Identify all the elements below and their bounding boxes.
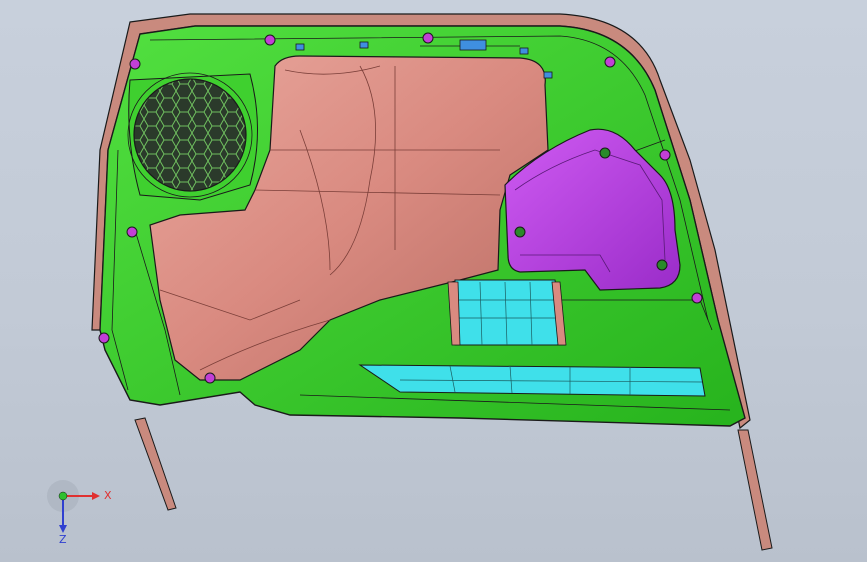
speaker-grille[interactable] [127,72,258,201]
x-axis-label: X [104,489,112,502]
cad-viewport[interactable]: X Z [0,0,867,562]
clip-mount-icon [604,56,616,68]
z-axis-label: Z [59,533,67,546]
door-panel-model[interactable]: X Z [0,0,867,562]
clip-mount-icon [659,149,671,161]
clip-mount-icon [514,226,526,238]
clip-mount-icon [656,259,668,271]
clip-mount-icon [204,372,216,384]
lower-trim-right[interactable] [737,429,773,551]
clip-mount-icon [126,226,138,238]
lower-trim-left[interactable] [134,417,177,511]
clip-mount-icon [599,147,611,159]
axis-triad: X Z [47,480,112,546]
clip-mount-icon [422,32,434,44]
clip-mount-icon [691,292,703,304]
clip-mount-icon [129,58,141,70]
clip-mount-icon [98,332,110,344]
clip-mount-icon [264,34,276,46]
